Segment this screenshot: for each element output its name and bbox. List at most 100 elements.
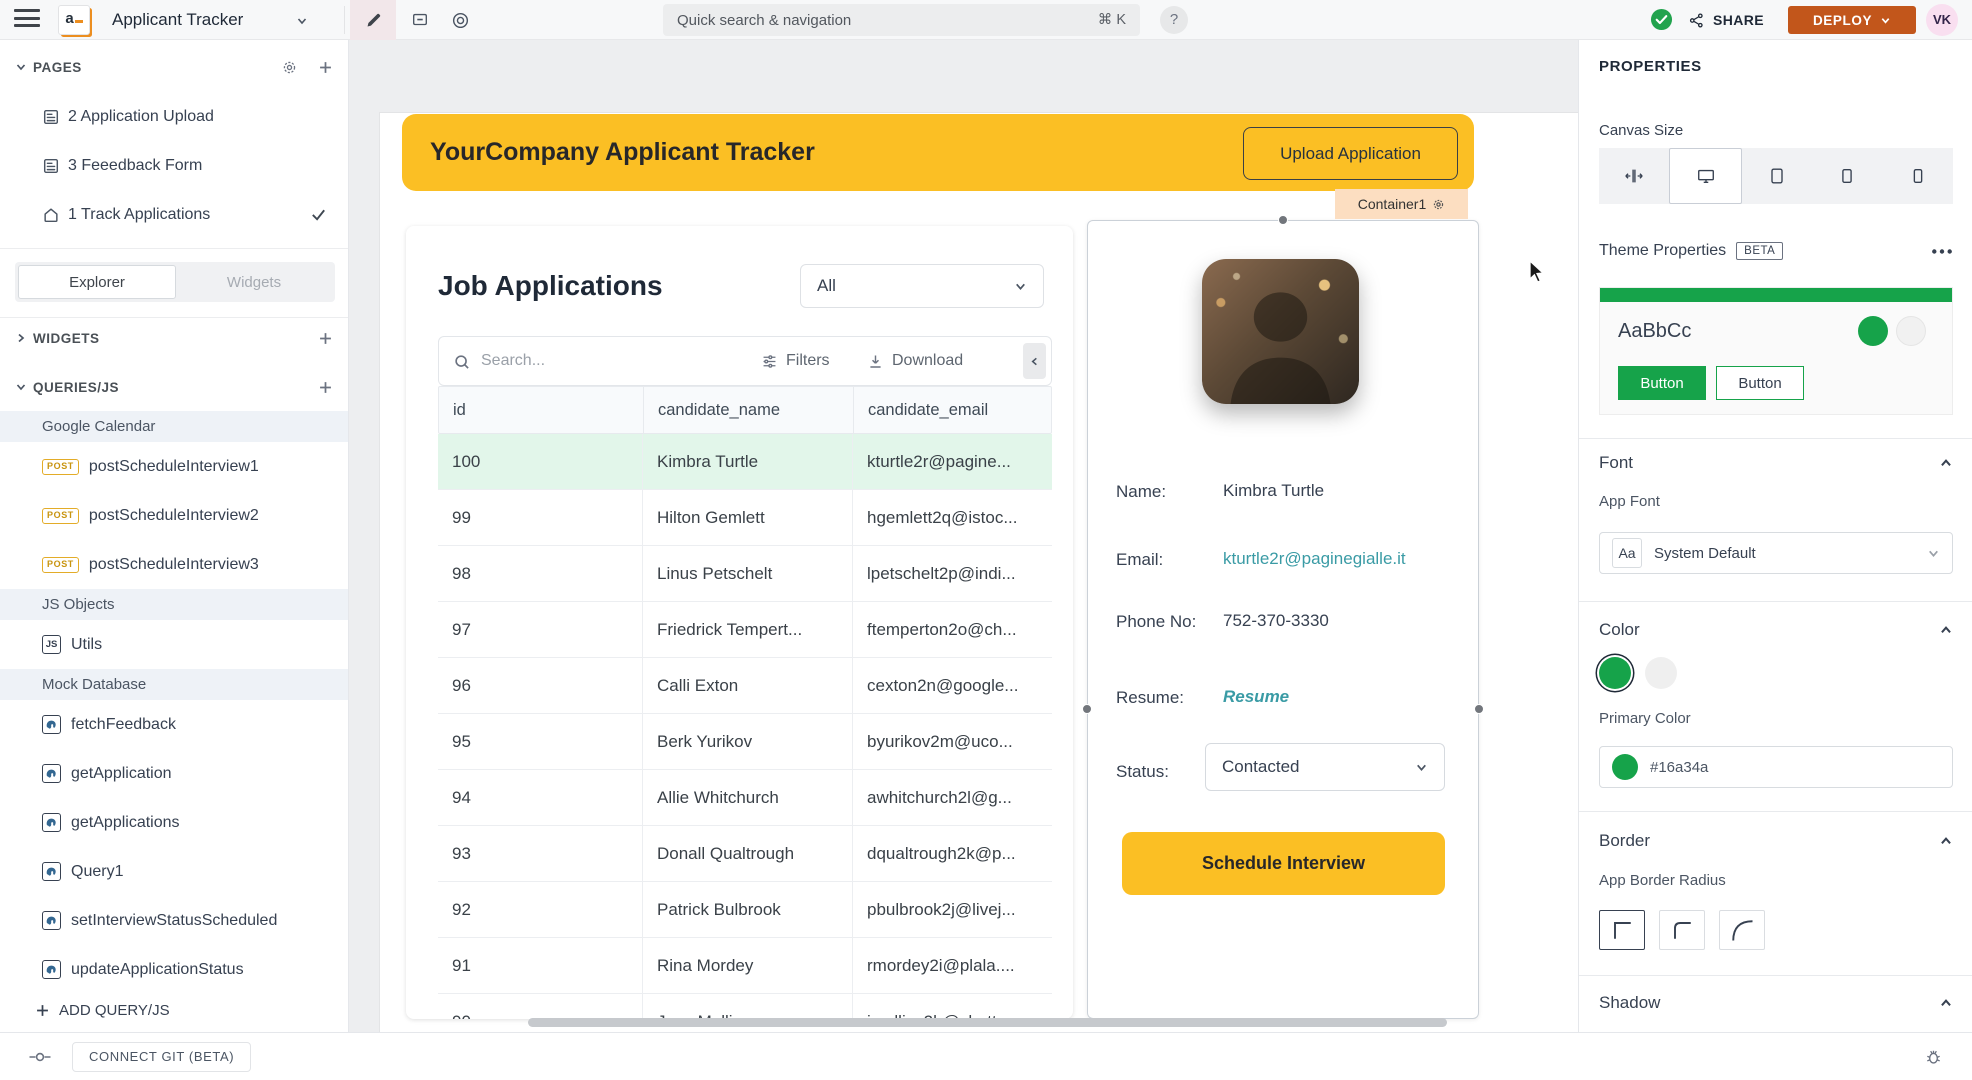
query-label: postScheduleInterview3 xyxy=(89,556,259,574)
query-group-js-objects[interactable]: JS Objects xyxy=(0,589,348,620)
table-search-input[interactable] xyxy=(481,345,681,377)
query-item-getapplication[interactable]: getApplication xyxy=(0,749,348,798)
table-row[interactable]: 98Linus Petscheltlpetschelt2p@indi... xyxy=(438,546,1052,602)
query-item-postscheduleinterview3[interactable]: POSTpostScheduleInterview3 xyxy=(0,540,348,589)
status-select[interactable]: Contacted xyxy=(1205,743,1445,791)
app-font-select[interactable]: Aa System Default xyxy=(1599,532,1953,574)
table-row[interactable]: 99Hilton Gemletthgemlett2q@istoc... xyxy=(438,490,1052,546)
table-row[interactable]: 90Jany Mullinsjmullins2h@shutt... xyxy=(438,994,1052,1019)
table-row[interactable]: 94Allie Whitchurchawhitchurch2l@g... xyxy=(438,770,1052,826)
query-group-mock-database[interactable]: Mock Database xyxy=(0,669,348,700)
column-header-candidate-email[interactable]: candidate_email xyxy=(854,387,1053,433)
schedule-interview-button[interactable]: Schedule Interview xyxy=(1122,832,1445,895)
resize-handle-top[interactable] xyxy=(1278,215,1288,225)
table-row[interactable]: 97Friedrick Tempert...ftemperton2o@ch... xyxy=(438,602,1052,658)
chevron-up-icon[interactable] xyxy=(1939,996,1953,1010)
gear-icon[interactable] xyxy=(1432,198,1445,211)
status-filter-select[interactable]: All xyxy=(800,264,1044,308)
canvas-size-fluid-width[interactable] xyxy=(1599,148,1669,204)
debug-bug-icon[interactable] xyxy=(1924,1047,1943,1066)
color-swatch-green[interactable] xyxy=(1599,657,1631,689)
table-row[interactable]: 93Donall Qualtroughdqualtrough2k@p... xyxy=(438,826,1052,882)
query-item-setinterviewstatusscheduled[interactable]: setInterviewStatusScheduled xyxy=(0,896,348,945)
radius-option-small[interactable] xyxy=(1659,910,1705,950)
sidebar-item-3-feeedback-form[interactable]: 3 Feeedback Form xyxy=(0,141,348,190)
radius-option-sharp[interactable] xyxy=(1599,910,1645,950)
field-value[interactable]: kturtle2r@paginegialle.it xyxy=(1223,549,1406,570)
query-item-fetchfeedback[interactable]: fetchFeedback xyxy=(0,700,348,749)
column-header-candidate-name[interactable]: candidate_name xyxy=(644,387,854,433)
field-value[interactable]: Resume xyxy=(1223,687,1289,708)
table-row[interactable]: 91Rina Mordeyrmordey2i@plala.... xyxy=(438,938,1052,994)
share-button[interactable]: SHARE xyxy=(1688,0,1764,40)
resize-handle-right[interactable] xyxy=(1474,704,1484,714)
edit-mode-pencil-icon[interactable] xyxy=(350,0,396,40)
query-item-getapplications[interactable]: getApplications xyxy=(0,798,348,847)
canvas-size-tablet-large[interactable] xyxy=(1742,148,1812,204)
add-widget-plus-icon[interactable] xyxy=(319,332,332,345)
table-row[interactable]: 95Berk Yurikovbyurikov2m@uco... xyxy=(438,714,1052,770)
chevron-down-icon[interactable] xyxy=(296,15,308,27)
font-section-header[interactable]: Font xyxy=(1599,448,1953,478)
table-row[interactable]: 92Patrick Bulbrookpbulbrook2j@livej... xyxy=(438,882,1052,938)
table-row[interactable]: 100Kimbra Turtlekturtle2r@pagine... xyxy=(438,434,1052,490)
app-logo[interactable]: a xyxy=(58,5,90,35)
query-item-query1[interactable]: Query1 xyxy=(0,847,348,896)
app-name[interactable]: Applicant Tracker xyxy=(112,0,243,40)
table-row[interactable]: 96Calli Extoncexton2n@google... xyxy=(438,658,1052,714)
chevron-up-icon[interactable] xyxy=(1939,834,1953,848)
chevron-up-icon[interactable] xyxy=(1939,456,1953,470)
chevron-right-icon[interactable] xyxy=(15,332,33,344)
query-item-updateapplicationstatus[interactable]: updateApplicationStatus xyxy=(0,945,348,994)
color-swatch-pale[interactable] xyxy=(1645,657,1677,689)
help-button[interactable]: ? xyxy=(1160,6,1188,34)
radius-option-large[interactable] xyxy=(1719,910,1765,950)
user-avatar[interactable]: VK xyxy=(1926,4,1958,36)
column-header-id[interactable]: id xyxy=(439,387,644,433)
quick-search-input[interactable] xyxy=(663,4,1140,36)
add-query-js-button[interactable]: ADD QUERY/JS xyxy=(36,1002,170,1019)
add-page-plus-icon[interactable] xyxy=(319,61,332,74)
chevron-up-icon[interactable] xyxy=(1939,623,1953,637)
canvas-size-tablet[interactable] xyxy=(1812,148,1882,204)
app-page[interactable]: YourCompany Applicant Tracker Upload App… xyxy=(380,113,1578,1032)
query-group-google-calendar[interactable]: Google Calendar xyxy=(0,411,348,442)
filters-button[interactable]: Filters xyxy=(761,337,830,385)
canvas-size-desktop[interactable] xyxy=(1669,148,1741,204)
sidebar-item-1-track-applications[interactable]: 1 Track Applications xyxy=(0,190,348,239)
download-button[interactable]: Download xyxy=(867,337,963,385)
query-item-postscheduleinterview1[interactable]: POSTpostScheduleInterview1 xyxy=(0,442,348,491)
query-item-utils[interactable]: JSUtils xyxy=(0,620,348,669)
pages-section-header[interactable]: PAGES xyxy=(0,54,348,80)
horizontal-scrollbar[interactable] xyxy=(528,1018,1447,1027)
chevron-down-icon[interactable] xyxy=(15,61,33,73)
pages-settings-gear-icon[interactable] xyxy=(282,60,297,75)
canvas-size-mobile[interactable] xyxy=(1883,148,1953,204)
comment-mode-icon[interactable] xyxy=(402,0,438,40)
border-section-header[interactable]: Border xyxy=(1599,826,1953,856)
add-query-plus-icon[interactable] xyxy=(319,381,332,394)
primary-color-dot xyxy=(1612,754,1638,780)
upload-application-button[interactable]: Upload Application xyxy=(1243,127,1458,180)
connect-git-button[interactable]: CONNECT GIT (BETA) xyxy=(72,1042,251,1072)
color-section-header[interactable]: Color xyxy=(1599,615,1953,645)
collapse-panel-button[interactable] xyxy=(1023,343,1046,379)
sidebar-item-2-application-upload[interactable]: 2 Application Upload xyxy=(0,92,348,141)
primary-color-input[interactable]: #16a34a xyxy=(1599,746,1953,788)
shadow-section-header[interactable]: Shadow xyxy=(1599,988,1953,1018)
container-widget-tag[interactable]: Container1 xyxy=(1335,189,1468,219)
preview-mode-icon[interactable] xyxy=(442,0,478,40)
query-item-postscheduleinterview2[interactable]: POSTpostScheduleInterview2 xyxy=(0,491,348,540)
theme-preview-card[interactable]: AaBbCc Button Button xyxy=(1599,287,1953,415)
queries-section-header[interactable]: QUERIES/JS xyxy=(0,374,348,400)
hamburger-menu-icon[interactable] xyxy=(14,9,40,31)
widgets-section-header[interactable]: WIDGETS xyxy=(0,325,348,351)
chevron-down-icon[interactable] xyxy=(15,381,33,393)
resize-handle-left[interactable] xyxy=(1082,704,1092,714)
candidate-detail-card[interactable]: Name:Kimbra TurtleEmail:kturtle2r@pagine… xyxy=(1087,220,1479,1019)
tab-explorer[interactable]: Explorer xyxy=(18,265,176,299)
quick-search-bar[interactable]: ⌘ K xyxy=(663,4,1140,36)
tab-widgets[interactable]: Widgets xyxy=(176,265,332,299)
theme-more-options-icon[interactable] xyxy=(1931,248,1953,255)
deploy-button[interactable]: DEPLOY xyxy=(1788,6,1916,34)
